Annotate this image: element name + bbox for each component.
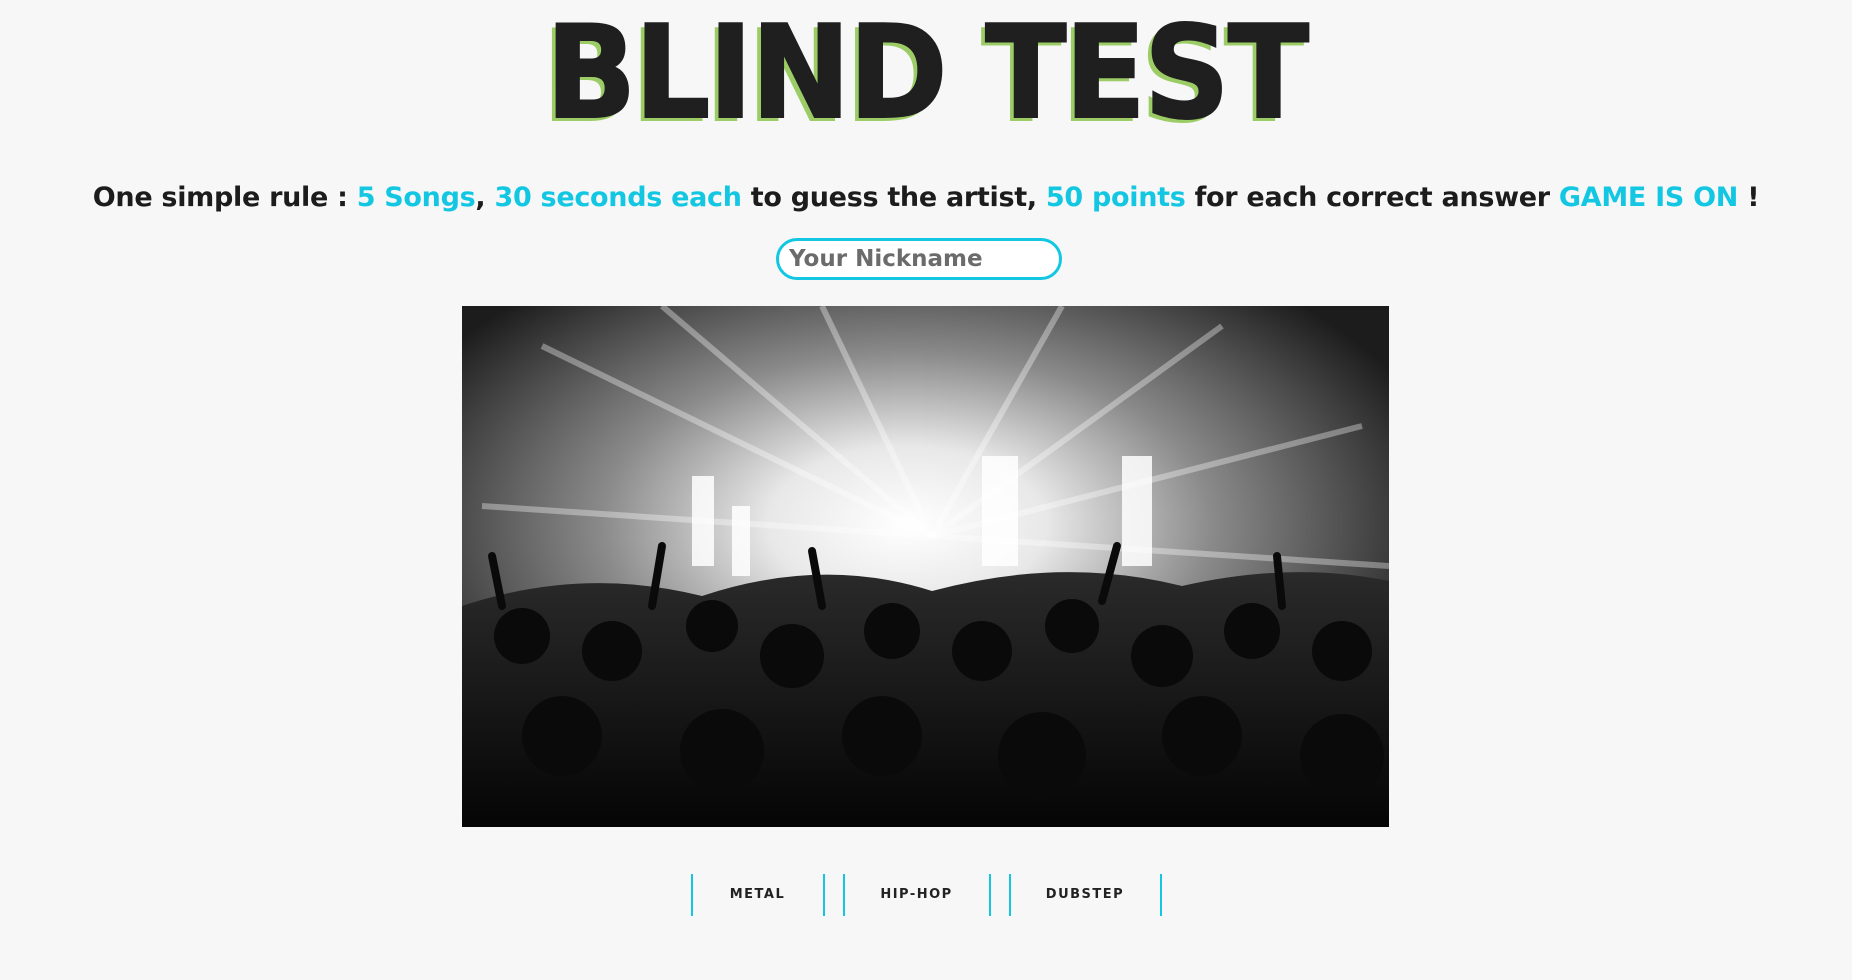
rules-game-on: GAME IS ON [1558,182,1739,213]
rules-end: ! [1738,182,1760,213]
nickname-input[interactable] [776,238,1062,280]
genre-list: METAL HIP-HOP DUBSTEP [0,874,1852,916]
rules-mid: to guess the artist, [741,182,1046,213]
genre-button-metal[interactable]: METAL [690,874,825,916]
rules-sep: , [475,182,495,213]
concert-image [462,306,1389,827]
nickname-field-wrap [776,238,1062,280]
rules-tail: for each correct answer [1185,182,1559,213]
rules-songs: 5 Songs [356,182,476,213]
rules-seconds: 30 seconds each [494,182,742,213]
rules-points: 50 points [1045,182,1186,213]
page: BLIND TEST One simple rule : 5 Songs, 30… [0,0,1852,980]
concert-photo-icon [462,306,1389,827]
rules-text: One simple rule : 5 Songs, 30 seconds ea… [0,182,1852,213]
page-title: BLIND TEST [544,0,1309,148]
genre-button-hip-hop[interactable]: HIP-HOP [842,874,991,916]
genre-button-dubstep[interactable]: DUBSTEP [1008,874,1162,916]
title-area: BLIND TEST [0,0,1852,148]
rules-intro: One simple rule : [92,182,357,213]
